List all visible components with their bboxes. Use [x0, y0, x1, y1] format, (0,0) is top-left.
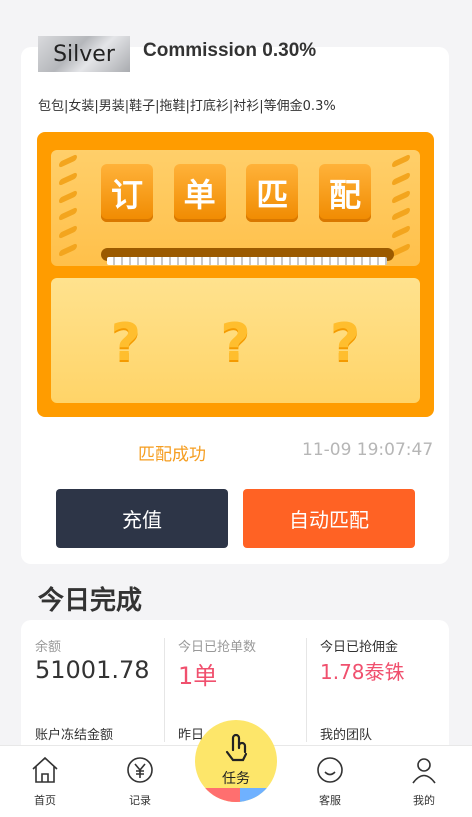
- level-label: Silver: [53, 41, 115, 67]
- machine-result-panel: ? ? ?: [51, 278, 420, 403]
- center-decor-stripe: [195, 788, 277, 802]
- orders-label: 今日已抢单数: [178, 640, 257, 655]
- machine-header: 订 单 匹 配: [51, 150, 420, 266]
- question-mark-icon: ?: [220, 313, 251, 373]
- tab-service-label: 客服: [319, 794, 341, 807]
- tab-home-label: 首页: [34, 794, 56, 807]
- balance-label: 余额: [35, 640, 62, 655]
- divider: [306, 638, 307, 742]
- tab-task-label: 任务: [222, 771, 250, 787]
- category-list: 包包|女装|男装|鞋子|拖鞋|打底衫|衬衫|等佣金0.3%: [38, 99, 336, 114]
- decor-stripes-left: [59, 153, 79, 258]
- auto-match-button[interactable]: 自动匹配: [243, 489, 415, 548]
- divider: [164, 638, 165, 742]
- tab-records[interactable]: 记录: [110, 754, 170, 808]
- frozen-label: 账户冻结金额: [35, 728, 114, 743]
- tile-2: 单: [173, 164, 226, 222]
- tab-service[interactable]: 客服: [300, 754, 360, 808]
- match-time: 11-09 19:07:47: [302, 440, 434, 460]
- home-icon: [32, 756, 58, 783]
- commission-rate: Commission 0.30%: [143, 40, 317, 61]
- commission-value: 1.78泰铢: [320, 660, 405, 684]
- tile-1: 订: [101, 164, 153, 222]
- tap-hand-icon: [225, 733, 248, 762]
- tab-task[interactable]: 任务: [195, 720, 277, 802]
- tab-mine[interactable]: 我的: [394, 754, 454, 808]
- today-title: 今日完成: [38, 586, 143, 616]
- tab-home[interactable]: 首页: [15, 754, 75, 808]
- question-mark-icon: ?: [330, 313, 361, 373]
- recharge-button[interactable]: 充值: [56, 489, 228, 548]
- tile-4: 配: [318, 164, 371, 222]
- balance-value: 51001.78: [35, 656, 150, 684]
- level-badge: Silver: [38, 36, 130, 72]
- tab-records-label: 记录: [129, 794, 151, 807]
- slot-paper: [107, 257, 387, 265]
- team-label: 我的团队: [320, 728, 373, 743]
- match-status: 匹配成功: [138, 445, 206, 465]
- yen-record-icon: [127, 757, 153, 783]
- decor-stripes-right: [392, 153, 412, 258]
- orders-value: 1单: [178, 662, 218, 690]
- tab-mine-label: 我的: [413, 794, 435, 807]
- question-mark-icon: ?: [110, 313, 141, 373]
- order-match-machine: 订 单 匹 配 ? ? ?: [37, 132, 434, 417]
- title-tiles: 订 单 匹 配: [101, 164, 371, 222]
- user-icon: [412, 758, 436, 784]
- service-icon: [317, 757, 343, 783]
- tile-3: 匹: [246, 164, 299, 222]
- commission-label: 今日已抢佣金: [320, 640, 399, 655]
